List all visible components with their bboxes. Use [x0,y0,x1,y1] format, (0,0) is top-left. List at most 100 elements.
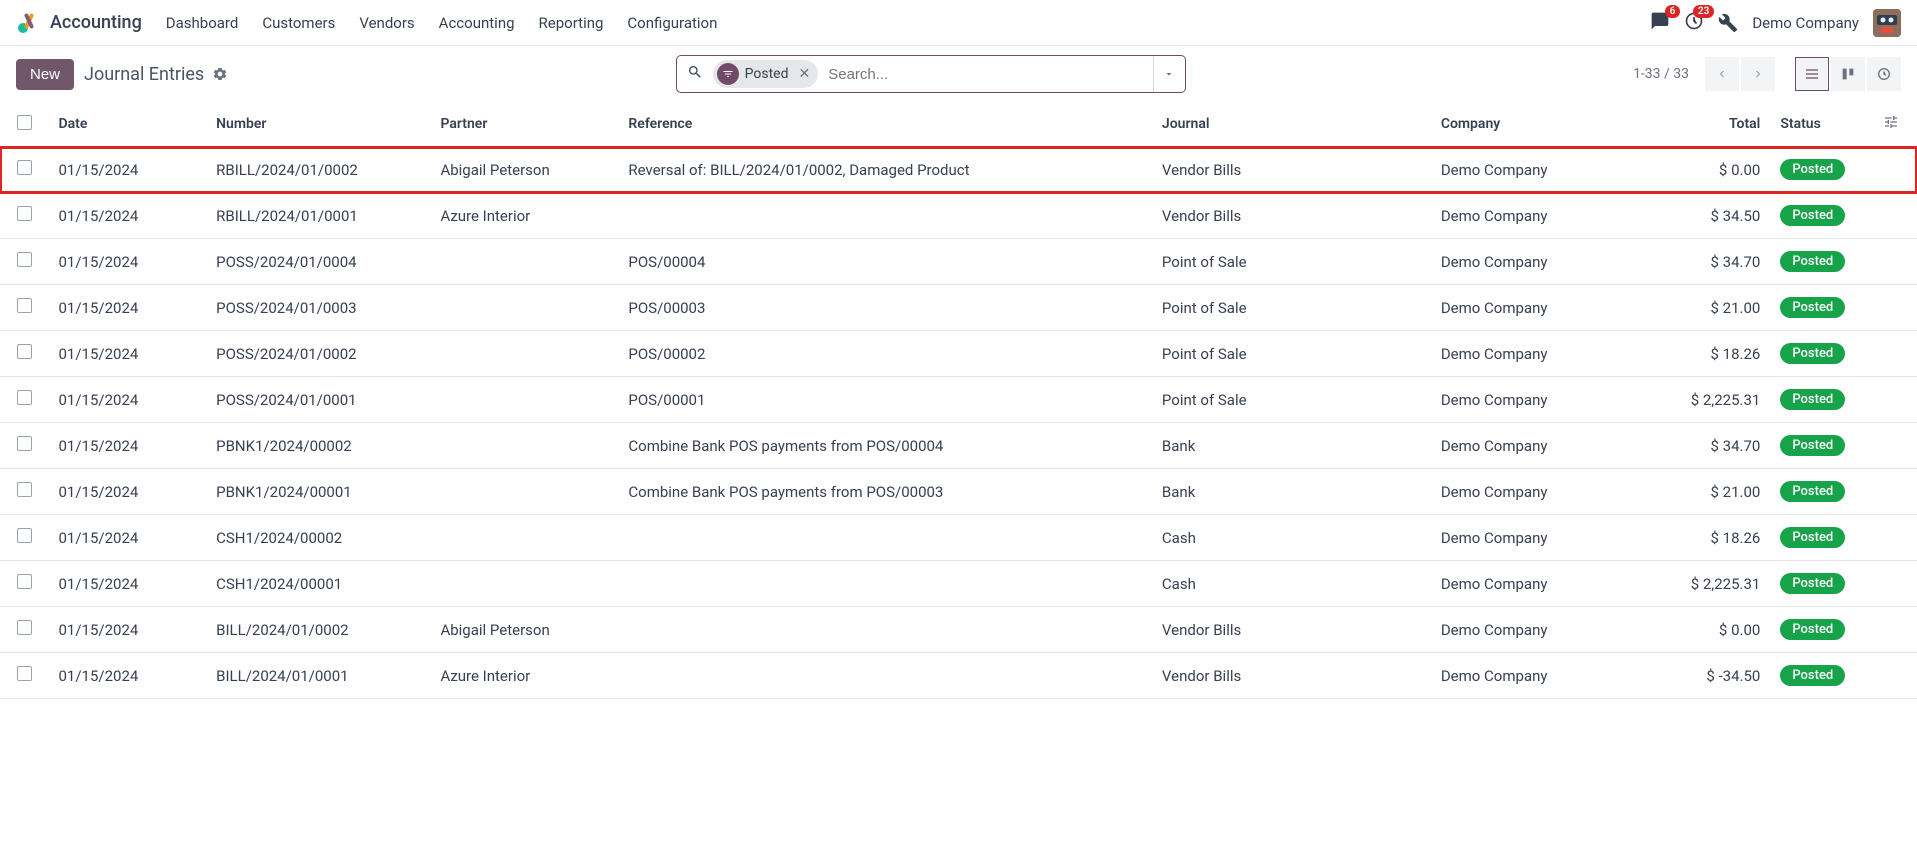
messages-button[interactable]: 6 [1650,11,1670,35]
cell-journal: Vendor Bills [1152,653,1431,699]
nav-customers[interactable]: Customers [262,14,335,32]
cell-company: Demo Company [1431,423,1674,469]
cell-status: Posted [1770,653,1873,699]
row-checkbox[interactable] [17,436,32,451]
cell-number: PBNK1/2024/00001 [206,469,430,515]
table-row[interactable]: 01/15/2024POSS/2024/01/0003POS/00003Poin… [0,285,1917,331]
nav-dashboard[interactable]: Dashboard [166,14,239,32]
cell-reference: Combine Bank POS payments from POS/00004 [618,423,1152,469]
row-checkbox[interactable] [17,160,32,175]
search-input[interactable] [824,66,1152,83]
view-pivot-button[interactable] [1867,57,1901,91]
gear-icon[interactable] [212,66,228,82]
col-header-status[interactable]: Status [1770,102,1873,147]
new-button[interactable]: New [16,59,74,90]
cell-total: $ 18.26 [1673,331,1770,377]
cell-company: Demo Company [1431,653,1674,699]
table-row[interactable]: 01/15/2024POSS/2024/01/0004POS/00004Poin… [0,239,1917,285]
cell-partner [430,469,618,515]
search-dropdown-button[interactable] [1153,56,1185,92]
cell-partner [430,561,618,607]
col-header-partner[interactable]: Partner [430,102,618,147]
table-scroll-area[interactable]: Date Number Partner Reference Journal Co… [0,102,1917,855]
col-header-reference[interactable]: Reference [618,102,1152,147]
table-row[interactable]: 01/15/2024POSS/2024/01/0002POS/00002Poin… [0,331,1917,377]
cell-status: Posted [1770,285,1873,331]
activities-button[interactable]: 23 [1684,11,1704,35]
row-checkbox[interactable] [17,298,32,313]
row-checkbox[interactable] [17,206,32,221]
cell-date: 01/15/2024 [49,607,207,653]
status-badge: Posted [1780,435,1845,456]
table-row[interactable]: 01/15/2024CSH1/2024/00002CashDemo Compan… [0,515,1917,561]
table-row[interactable]: 01/15/2024PBNK1/2024/00002Combine Bank P… [0,423,1917,469]
table-row[interactable]: 01/15/2024POSS/2024/01/0001POS/00001Poin… [0,377,1917,423]
row-checkbox[interactable] [17,482,32,497]
pager-prev-button[interactable] [1705,57,1739,91]
cell-journal: Bank [1152,469,1431,515]
messages-badge: 6 [1665,5,1681,18]
cell-reference [618,515,1152,561]
caret-down-icon [1163,68,1175,80]
view-kanban-button[interactable] [1831,57,1865,91]
row-checkbox[interactable] [17,344,32,359]
table-row[interactable]: 01/15/2024BILL/2024/01/0001Azure Interio… [0,653,1917,699]
row-checkbox[interactable] [17,528,32,543]
cell-company: Demo Company [1431,193,1674,239]
nav-accounting[interactable]: Accounting [439,14,515,32]
filter-remove-button[interactable]: ✕ [794,66,814,82]
cell-status: Posted [1770,515,1873,561]
search-box[interactable]: Posted ✕ [676,55,1186,93]
cell-reference: POS/00001 [618,377,1152,423]
table-row[interactable]: 01/15/2024RBILL/2024/01/0002Abigail Pete… [0,147,1917,193]
row-checkbox[interactable] [17,666,32,681]
status-badge: Posted [1780,297,1845,318]
col-header-company[interactable]: Company [1431,102,1674,147]
kanban-icon [1840,66,1856,82]
company-selector[interactable]: Demo Company [1752,14,1859,32]
cell-partner: Azure Interior [430,193,618,239]
col-header-journal[interactable]: Journal [1152,102,1431,147]
nav-vendors[interactable]: Vendors [359,14,414,32]
pager-next-button[interactable] [1741,57,1775,91]
cell-date: 01/15/2024 [49,331,207,377]
cell-journal: Vendor Bills [1152,607,1431,653]
filter-chip-label: Posted [745,66,789,82]
adjust-columns-icon[interactable] [1883,114,1899,130]
tools-icon[interactable] [1718,13,1738,33]
nav-reporting[interactable]: Reporting [539,14,604,32]
col-header-date[interactable]: Date [49,102,207,147]
cell-reference: Combine Bank POS payments from POS/00003 [618,469,1152,515]
cell-partner [430,331,618,377]
table-row[interactable]: 01/15/2024BILL/2024/01/0002Abigail Peter… [0,607,1917,653]
filter-icon [717,63,739,85]
col-header-total[interactable]: Total [1673,102,1770,147]
activities-badge: 23 [1693,5,1714,18]
pager-text[interactable]: 1-33 / 33 [1633,66,1689,82]
user-avatar[interactable] [1873,9,1901,37]
status-badge: Posted [1780,619,1845,640]
cell-total: $ 0.00 [1673,147,1770,193]
cell-partner [430,515,618,561]
view-list-button[interactable] [1795,57,1829,91]
cell-journal: Point of Sale [1152,285,1431,331]
table-row[interactable]: 01/15/2024RBILL/2024/01/0001Azure Interi… [0,193,1917,239]
cell-total: $ 2,225.31 [1673,377,1770,423]
cell-reference: POS/00004 [618,239,1152,285]
row-checkbox[interactable] [17,620,32,635]
app-name[interactable]: Accounting [50,12,142,33]
row-checkbox[interactable] [17,390,32,405]
cell-reference [618,653,1152,699]
filter-chip-posted: Posted ✕ [713,60,819,88]
table-row[interactable]: 01/15/2024CSH1/2024/00001CashDemo Compan… [0,561,1917,607]
nav-configuration[interactable]: Configuration [627,14,717,32]
select-all-checkbox[interactable] [17,115,32,130]
row-checkbox[interactable] [17,574,32,589]
cell-reference: POS/00002 [618,331,1152,377]
cell-status: Posted [1770,377,1873,423]
row-checkbox[interactable] [17,252,32,267]
col-header-number[interactable]: Number [206,102,430,147]
table-row[interactable]: 01/15/2024PBNK1/2024/00001Combine Bank P… [0,469,1917,515]
status-badge: Posted [1780,251,1845,272]
cell-number: RBILL/2024/01/0002 [206,147,430,193]
